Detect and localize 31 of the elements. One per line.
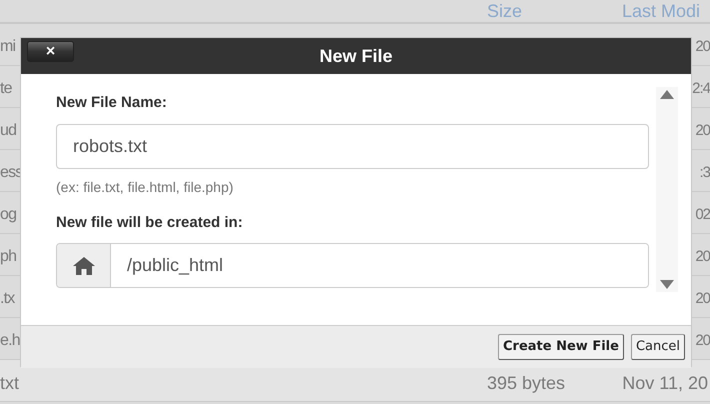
dialog-title: New File — [319, 44, 393, 68]
hint-text: (ex: file.txt, file.html, file.php) — [56, 178, 234, 197]
table-cell-text: 395 bytes — [487, 372, 566, 395]
scroll-up-icon[interactable] — [660, 90, 674, 99]
table-cell-text: 20 — [695, 331, 710, 351]
table-cell-text: te — [0, 79, 12, 99]
dialog-button[interactable]: Cancel — [630, 334, 685, 360]
close-button[interactable]: × — [27, 41, 74, 62]
input-field[interactable]: robots.txt — [56, 124, 649, 168]
table-cell-text: ph — [0, 247, 16, 267]
table-cell-text: :3 — [699, 163, 710, 183]
field-label: New file will be created in: — [56, 212, 244, 232]
table-cell-text: 02 — [695, 205, 710, 225]
table-cell-text: ud — [0, 121, 16, 141]
home-icon — [72, 256, 94, 274]
table-cell-text: Nov 11, 20 — [622, 372, 708, 395]
table-cell-text: og — [0, 205, 16, 225]
table-cell-text: 20 — [695, 37, 710, 57]
table-cell-text: .tx — [0, 289, 14, 309]
table-cell-text: txt — [0, 372, 20, 395]
table-cell-text: 2:4 — [692, 79, 710, 99]
table-cell-text: 20 — [695, 289, 710, 309]
scroll-down-icon[interactable] — [660, 280, 674, 289]
scrollbar[interactable] — [656, 87, 678, 292]
table-cell-text: e.h — [0, 331, 20, 351]
table-cell-text: 20 — [695, 247, 710, 267]
field-label: New File Name: — [56, 93, 168, 113]
table-cell-text: 20 — [695, 121, 710, 141]
dialog-button[interactable]: Create New File — [498, 334, 624, 360]
table-cell-text: mi — [0, 37, 16, 57]
input-field[interactable]: /public_html — [56, 243, 649, 288]
